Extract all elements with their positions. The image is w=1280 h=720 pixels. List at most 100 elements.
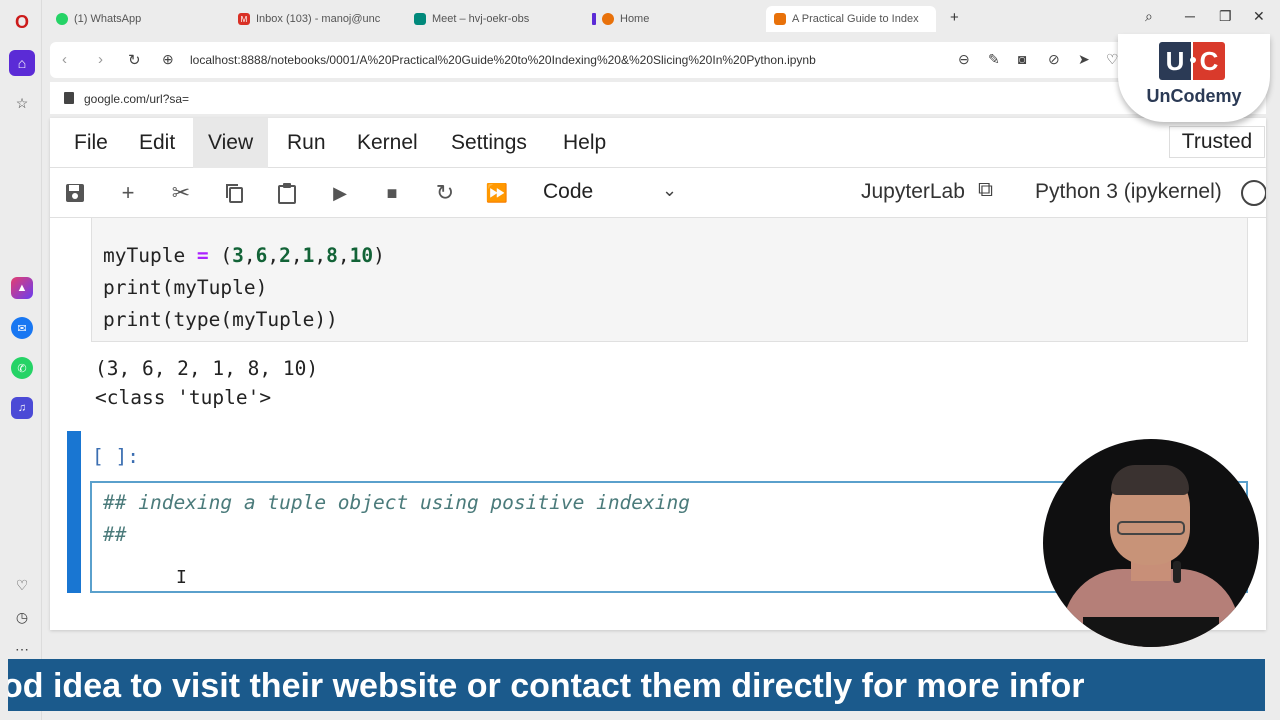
- tab-gmail[interactable]: M Inbox (103) - manoj@unc: [238, 6, 404, 32]
- meet-icon: [414, 13, 426, 25]
- logo-brand: UnCodemy: [1146, 86, 1242, 106]
- laptop: [1083, 617, 1219, 647]
- paste-icon[interactable]: [274, 180, 300, 206]
- menu-file[interactable]: File: [59, 118, 123, 168]
- history-icon[interactable]: ◷: [9, 604, 35, 630]
- opera-logo-icon[interactable]: O: [9, 9, 35, 35]
- star-icon[interactable]: ☆: [9, 90, 35, 116]
- presenter-glasses: [1117, 521, 1185, 535]
- menu-view[interactable]: View: [193, 118, 269, 168]
- whatsapp-icon[interactable]: ✆: [11, 357, 33, 379]
- hint-url: google.com/url?sa=: [84, 92, 190, 106]
- external-link-icon[interactable]: ⧉: [978, 178, 993, 202]
- uncodemy-logo: U C UnCodemy: [1118, 34, 1270, 122]
- kernel-status-icon: [1241, 180, 1266, 206]
- reload-icon[interactable]: ↻: [128, 51, 141, 69]
- jupyterlab-link[interactable]: JupyterLab: [861, 180, 965, 204]
- tab-label: Inbox (103) - manoj@unc: [256, 13, 381, 25]
- copy-icon[interactable]: [221, 180, 247, 206]
- heart-icon[interactable]: ♡: [9, 572, 35, 598]
- search-icon[interactable]: ⌕: [1145, 8, 1153, 25]
- menu-run[interactable]: Run: [272, 118, 341, 168]
- kernel-name[interactable]: Python 3 (ipykernel): [1035, 180, 1222, 204]
- logo-dot-icon: [1190, 57, 1196, 63]
- send-icon[interactable]: ➤: [1078, 51, 1090, 68]
- restore-icon[interactable]: ❐: [1219, 8, 1232, 25]
- messenger-icon[interactable]: ✉: [11, 317, 33, 339]
- aria-icon[interactable]: ▲: [11, 277, 33, 299]
- camera-icon[interactable]: ◙: [1018, 51, 1026, 67]
- scrolling-banner: od idea to visit their website or contac…: [8, 659, 1265, 711]
- link-hint-bar: google.com/url?sa=: [50, 82, 1266, 114]
- cell-prompt: [ ]:: [92, 445, 139, 468]
- stop-icon[interactable]: ■: [379, 180, 405, 206]
- heart-icon[interactable]: ♡: [1106, 51, 1119, 68]
- code-line-1: myTuple = (3,6,2,1,8,10): [103, 244, 385, 267]
- code-number: 8: [326, 244, 338, 267]
- banner-text: od idea to visit their website or contac…: [8, 667, 1085, 705]
- block-icon[interactable]: ⊘: [1048, 51, 1060, 68]
- code-operator: =: [185, 244, 221, 267]
- edit-icon[interactable]: ✎: [988, 51, 1000, 68]
- text-cursor-icon: I: [176, 567, 187, 588]
- gmail-icon: M: [238, 13, 250, 25]
- comment-line-2: ##: [103, 523, 127, 546]
- code-cell[interactable]: myTuple = (3,6,2,1,8,10) print(myTuple) …: [91, 218, 1248, 342]
- notebook-icon: [774, 13, 786, 25]
- tab-home[interactable]: Home: [592, 6, 752, 32]
- tab-label: Home: [620, 13, 650, 25]
- run-all-icon[interactable]: ⏩: [484, 180, 510, 206]
- browser-sidebar: O ⌂ ☆ ▲ ✉ ✆ ♫ ♡ ◷ ⋯: [0, 0, 42, 720]
- new-tab-icon[interactable]: +: [950, 9, 959, 26]
- comment-line-1: ## indexing a tuple object using positiv…: [103, 491, 690, 514]
- microphone-icon: [1173, 561, 1181, 583]
- webcam-overlay: [1043, 439, 1259, 647]
- run-icon[interactable]: ▶: [327, 180, 353, 206]
- code-line-2: print(myTuple): [103, 276, 268, 299]
- zoom-icon[interactable]: ⊖: [958, 51, 970, 68]
- logo-letter-u: U: [1159, 42, 1191, 80]
- code-number: 6: [255, 244, 268, 267]
- cut-icon[interactable]: ✂: [168, 180, 194, 206]
- home-icon[interactable]: ⌂: [9, 50, 35, 76]
- tab-label: (1) WhatsApp: [74, 13, 142, 25]
- tab-practical-guide[interactable]: A Practical Guide to Index: [766, 6, 936, 32]
- code-number: 1: [302, 244, 315, 267]
- screen: O ⌂ ☆ ▲ ✉ ✆ ♫ ♡ ◷ ⋯ (1) WhatsApp M Inbox…: [0, 0, 1280, 720]
- output-line-2: <class 'tuple'>: [95, 386, 272, 409]
- restart-icon[interactable]: ↻: [432, 180, 458, 206]
- tab-label: A Practical Guide to Index: [792, 13, 919, 25]
- whatsapp-icon: [56, 13, 68, 25]
- site-info-icon[interactable]: ⊕: [162, 51, 174, 68]
- code-number: 3: [232, 244, 244, 267]
- tab-label: Meet – hvj-oekr-obs: [432, 13, 530, 25]
- cell-type-select[interactable]: Code: [543, 180, 593, 204]
- back-icon[interactable]: ‹: [62, 51, 67, 68]
- menu-settings[interactable]: Settings: [436, 118, 542, 168]
- save-icon[interactable]: [62, 180, 88, 206]
- notebook-toolbar: + ✂ ▶ ■ ↻ ⏩ Code ⌄ JupyterLab ⧉ Python 3…: [50, 168, 1266, 218]
- menu-kernel[interactable]: Kernel: [342, 118, 433, 168]
- tab-strip: (1) WhatsApp M Inbox (103) - manoj@unc M…: [42, 0, 1280, 36]
- logo-letter-c: C: [1193, 42, 1225, 80]
- jupyter-icon: [602, 13, 614, 25]
- tab-meet[interactable]: Meet – hvj-oekr-obs: [414, 6, 582, 32]
- tab-whatsapp[interactable]: (1) WhatsApp: [56, 6, 226, 32]
- tab-color-marker-icon: [592, 13, 596, 25]
- music-icon[interactable]: ♫: [11, 397, 33, 419]
- code-paren: (: [220, 244, 233, 267]
- minimize-icon[interactable]: ─: [1185, 8, 1195, 24]
- trusted-badge[interactable]: Trusted: [1169, 126, 1265, 158]
- add-cell-icon[interactable]: +: [115, 180, 141, 206]
- forward-icon[interactable]: ›: [98, 51, 103, 68]
- url-input[interactable]: localhost:8888/notebooks/0001/A%20Practi…: [190, 53, 816, 67]
- output-line-1: (3, 6, 2, 1, 8, 10): [95, 357, 319, 380]
- menu-bar: File Edit View Run Kernel Settings Help …: [50, 118, 1266, 168]
- menu-help[interactable]: Help: [548, 118, 621, 168]
- active-cell-indicator: [67, 431, 81, 593]
- code-paren: ): [373, 244, 385, 267]
- chevron-down-icon[interactable]: ⌄: [662, 180, 677, 201]
- menu-edit[interactable]: Edit: [124, 118, 190, 168]
- close-icon[interactable]: ✕: [1253, 8, 1265, 25]
- code-line-3: print(type(myTuple)): [103, 308, 338, 331]
